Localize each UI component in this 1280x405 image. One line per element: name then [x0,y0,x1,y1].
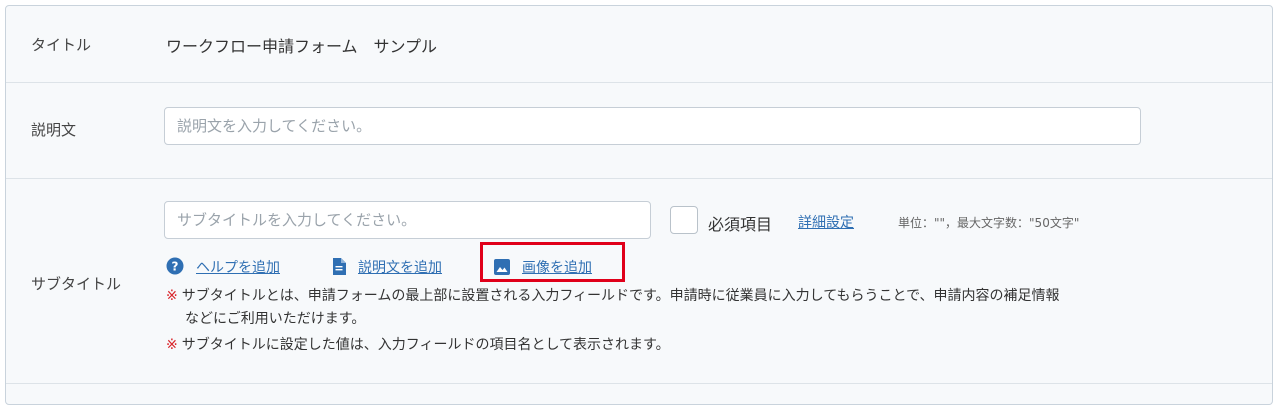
title-value: ワークフロー申請フォーム サンプル [166,37,438,56]
note-text: サブタイトルに設定した値は、入力フィールドの項目名として表示されます。 [181,337,670,353]
title-label: タイトル [31,36,92,54]
add-help-label: ヘルプを追加 [196,260,280,276]
add-help-link[interactable]: ? ヘルプを追加 [166,257,280,279]
description-label: 説明文 [31,121,77,139]
subtitle-label: サブタイトル [31,275,122,293]
document-icon [332,258,346,279]
unit-info-text: 単位：""，最大文字数："50文字" [898,216,1080,230]
note-subtitle-field-name: ※ サブタイトルに設定した値は、入力フィールドの項目名として表示されます。 [166,334,670,357]
note-text-line1: サブタイトルとは、申請フォームの最上部に設置される入力フィールドです。申請時に従… [181,288,1060,304]
form-settings-panel: タイトル ワークフロー申請フォーム サンプル 説明文 サブタイトル 必須項目 詳… [5,5,1273,405]
note-text-line2: などにご利用いただけます。 [185,311,366,327]
required-label: 必須項目 [708,215,773,234]
subtitle-row: サブタイトル 必須項目 詳細設定 単位：""，最大文字数："50文字" ? ヘルプ… [6,178,1272,384]
description-input[interactable] [164,107,1141,145]
title-row: タイトル ワークフロー申請フォーム サンプル [6,6,1272,83]
highlight-box [480,242,625,282]
detail-settings-link[interactable]: 詳細設定 [798,212,854,232]
add-description-label: 説明文を追加 [358,260,442,276]
note-mark: ※ [166,288,178,304]
subtitle-input[interactable] [164,201,651,239]
add-description-link[interactable]: 説明文を追加 [332,257,442,279]
help-circle-icon: ? [166,257,184,279]
svg-text:?: ? [172,260,179,274]
description-row: 説明文 [6,82,1272,179]
note-mark: ※ [166,337,178,353]
required-checkbox[interactable] [670,206,698,234]
note-subtitle-definition: ※ サブタイトルとは、申請フォームの最上部に設置される入力フィールドです。申請時に… [166,285,1256,331]
